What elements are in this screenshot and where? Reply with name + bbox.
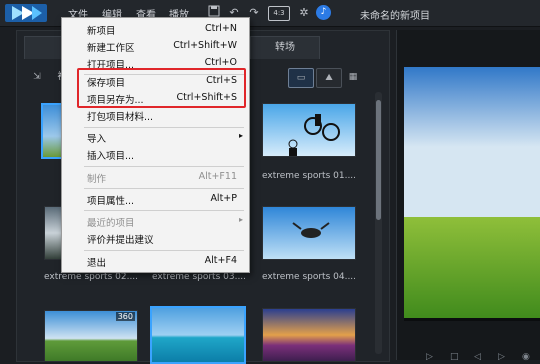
media-caption: extreme sports 02.... — [44, 272, 139, 282]
import-icon[interactable]: ⇲ — [28, 68, 46, 86]
tab-transitions[interactable]: 转场 — [250, 36, 320, 59]
menu-separator — [84, 188, 244, 189]
menu-item-new-project[interactable]: 新项目 Ctrl+N — [62, 21, 249, 38]
media-thumbnail[interactable] — [262, 103, 356, 157]
menu-separator — [84, 210, 244, 211]
menu-item-feedback[interactable]: 评价并提出建议 — [62, 230, 249, 247]
image-filter-icon[interactable]: ⛰ — [316, 68, 342, 88]
preview-progress-bar[interactable] — [404, 318, 540, 321]
media-thumbnail[interactable] — [150, 306, 246, 364]
media-thumbnail[interactable] — [262, 206, 356, 260]
notification-bell-icon[interactable]: ♪ — [316, 5, 331, 20]
library-scroll-thumb[interactable] — [376, 100, 381, 220]
menu-item-recent-projects: 最近的项目 ▸ — [87, 215, 243, 229]
submenu-arrow-icon: ▸ — [238, 131, 243, 140]
playback-controls: ▷ □ ◁ ▷ ◉ — [404, 326, 540, 362]
menu-item-produce: 制作 Alt+F11 — [87, 171, 237, 185]
menu-item-import[interactable]: 导入 ▸ — [62, 129, 249, 146]
media-caption: extreme sports 01.... — [262, 171, 357, 181]
grid-view-icon[interactable]: ▦ — [346, 68, 360, 86]
play-icon[interactable]: ▷ — [426, 352, 436, 362]
menu-item-insert-project[interactable]: 插入项目... — [62, 146, 249, 163]
preview-image — [404, 67, 540, 320]
menu-item-pack-materials[interactable]: 打包项目材料... — [62, 107, 249, 124]
video-filter-icon[interactable]: ▭ — [288, 68, 314, 88]
menu-separator — [84, 250, 244, 251]
next-frame-icon[interactable]: ▷ — [498, 352, 508, 362]
menu-item-project-properties[interactable]: 项目属性... Alt+P — [62, 191, 249, 208]
menu-item-new-workspace[interactable]: 新建工作区 Ctrl+Shift+W — [62, 38, 249, 55]
submenu-arrow-icon: ▸ — [238, 215, 243, 224]
media-thumbnail[interactable]: 360 — [44, 310, 138, 362]
media-thumbnail[interactable] — [262, 308, 356, 362]
360-badge: 360 — [115, 312, 135, 321]
file-menu-dropdown: 新项目 Ctrl+N 新建工作区 Ctrl+Shift+W 打开项目... Ctrl+… — [61, 17, 250, 273]
menu-separator — [84, 166, 244, 167]
aspect-ratio-select[interactable]: 4:3 — [268, 6, 290, 21]
prev-frame-icon[interactable]: ◁ — [474, 352, 484, 362]
project-title: 未命名的新项目 — [360, 11, 430, 22]
settings-gear-icon[interactable]: ✲ — [296, 5, 312, 21]
media-caption: extreme sports 04.... — [262, 272, 357, 282]
menu-separator — [84, 127, 244, 128]
app-logo-icon — [5, 4, 47, 22]
stop-icon[interactable]: □ — [450, 352, 460, 362]
highlight-box — [77, 68, 246, 108]
menu-item-exit[interactable]: 退出 Alt+F4 — [62, 253, 249, 270]
snapshot-icon[interactable]: ◉ — [522, 352, 532, 362]
media-caption: extreme sports 03.... — [152, 272, 247, 282]
